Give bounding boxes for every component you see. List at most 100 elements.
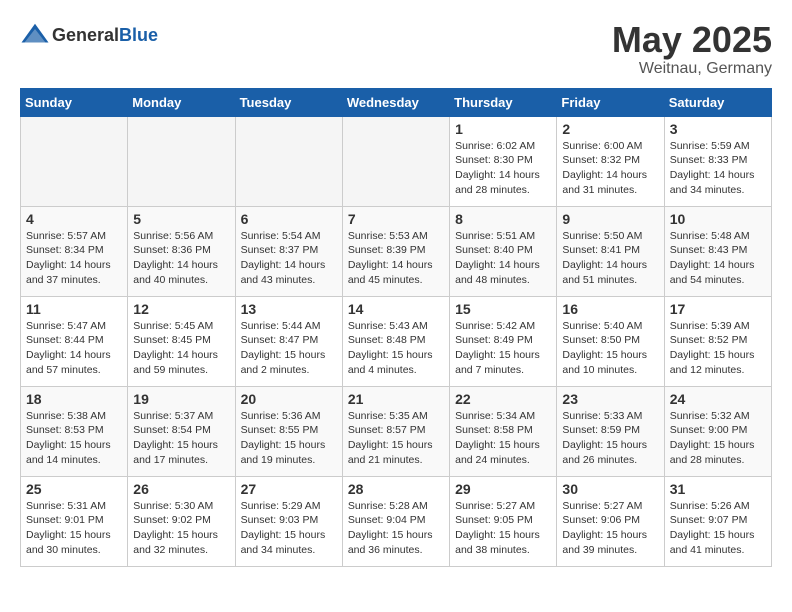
calendar-day-cell bbox=[128, 116, 235, 206]
day-number: 4 bbox=[26, 211, 122, 227]
calendar-week-row: 25 Sunrise: 5:31 AMSunset: 9:01 PMDayligh… bbox=[21, 476, 772, 566]
day-number: 21 bbox=[348, 391, 444, 407]
calendar-day-cell: 28Sunrise: 5:28 AMSunset: 9:04 PMDayligh… bbox=[342, 476, 449, 566]
day-info: Sunrise: 5:27 AMSunset: 9:06 PMDaylight:… bbox=[562, 499, 658, 558]
day-number: 2 bbox=[562, 121, 658, 137]
day-info: Sunrise: 5:48 AMSunset: 8:43 PMDaylight:… bbox=[670, 229, 766, 288]
day-number: 17 bbox=[670, 301, 766, 317]
day-number: 27 bbox=[241, 481, 337, 497]
calendar-day-cell: 17Sunrise: 5:39 AMSunset: 8:52 PMDayligh… bbox=[664, 296, 771, 386]
day-number: 1 bbox=[455, 121, 551, 137]
day-info: Sunrise: 5:59 AMSunset: 8:33 PMDaylight:… bbox=[670, 139, 766, 198]
calendar-day-cell: 9 Sunrise: 5:50 AMSunset: 8:41 PMDaylight… bbox=[557, 206, 664, 296]
day-number: 12 bbox=[133, 301, 229, 317]
day-number: 11 bbox=[26, 301, 122, 317]
logo-general: General bbox=[52, 25, 119, 45]
day-info: Sunrise: 5:32 AMSunset: 9:00 PMDaylight:… bbox=[670, 409, 766, 468]
calendar-week-row: 11 Sunrise: 5:47 AMSunset: 8:44 PMDayligh… bbox=[21, 296, 772, 386]
day-number: 22 bbox=[455, 391, 551, 407]
calendar-day-cell bbox=[21, 116, 128, 206]
day-info: Sunrise: 5:44 AMSunset: 8:47 PMDaylight:… bbox=[241, 319, 337, 378]
day-number: 14 bbox=[348, 301, 444, 317]
day-number: 23 bbox=[562, 391, 658, 407]
day-info: Sunrise: 5:37 AMSunset: 8:54 PMDaylight:… bbox=[133, 409, 229, 468]
day-info: Sunrise: 5:51 AMSunset: 8:40 PMDaylight:… bbox=[455, 229, 551, 288]
day-number: 18 bbox=[26, 391, 122, 407]
calendar-day-cell: 11 Sunrise: 5:47 AMSunset: 8:44 PMDayligh… bbox=[21, 296, 128, 386]
day-number: 13 bbox=[241, 301, 337, 317]
day-info: Sunrise: 6:00 AMSunset: 8:32 PMDaylight:… bbox=[562, 139, 658, 198]
weekday-header: Friday bbox=[557, 88, 664, 116]
weekday-header: Sunday bbox=[21, 88, 128, 116]
calendar-day-cell: 1 Sunrise: 6:02 AMSunset: 8:30 PMDaylight… bbox=[450, 116, 557, 206]
calendar-week-row: 4 Sunrise: 5:57 AMSunset: 8:34 PMDaylight… bbox=[21, 206, 772, 296]
day-info: Sunrise: 5:34 AMSunset: 8:58 PMDaylight:… bbox=[455, 409, 551, 468]
day-info: Sunrise: 5:26 AMSunset: 9:07 PMDaylight:… bbox=[670, 499, 766, 558]
day-info: Sunrise: 5:54 AMSunset: 8:37 PMDaylight:… bbox=[241, 229, 337, 288]
day-info: Sunrise: 5:50 AMSunset: 8:41 PMDaylight:… bbox=[562, 229, 658, 288]
weekday-header: Saturday bbox=[664, 88, 771, 116]
calendar-day-cell: 22 Sunrise: 5:34 AMSunset: 8:58 PMDayligh… bbox=[450, 386, 557, 476]
day-info: Sunrise: 5:27 AMSunset: 9:05 PMDaylight:… bbox=[455, 499, 551, 558]
calendar-day-cell: 6 Sunrise: 5:54 AMSunset: 8:37 PMDaylight… bbox=[235, 206, 342, 296]
month-title: May 2025 bbox=[612, 20, 772, 60]
day-info: Sunrise: 5:53 AMSunset: 8:39 PMDaylight:… bbox=[348, 229, 444, 288]
day-number: 10 bbox=[670, 211, 766, 227]
logo-text: GeneralBlue bbox=[52, 25, 158, 46]
calendar-day-cell bbox=[235, 116, 342, 206]
logo: GeneralBlue bbox=[20, 20, 158, 50]
weekday-header: Wednesday bbox=[342, 88, 449, 116]
weekday-header: Tuesday bbox=[235, 88, 342, 116]
day-number: 31 bbox=[670, 481, 766, 497]
day-number: 20 bbox=[241, 391, 337, 407]
day-info: Sunrise: 5:43 AMSunset: 8:48 PMDaylight:… bbox=[348, 319, 444, 378]
calendar-day-cell: 8 Sunrise: 5:51 AMSunset: 8:40 PMDaylight… bbox=[450, 206, 557, 296]
day-info: Sunrise: 5:35 AMSunset: 8:57 PMDaylight:… bbox=[348, 409, 444, 468]
calendar-table: SundayMondayTuesdayWednesdayThursdayFrid… bbox=[20, 88, 772, 567]
day-number: 9 bbox=[562, 211, 658, 227]
calendar-day-cell: 15Sunrise: 5:42 AMSunset: 8:49 PMDayligh… bbox=[450, 296, 557, 386]
weekday-header: Monday bbox=[128, 88, 235, 116]
day-number: 15 bbox=[455, 301, 551, 317]
calendar-day-cell: 29Sunrise: 5:27 AMSunset: 9:05 PMDayligh… bbox=[450, 476, 557, 566]
day-info: Sunrise: 5:57 AMSunset: 8:34 PMDaylight:… bbox=[26, 229, 122, 288]
calendar-day-cell: 2 Sunrise: 6:00 AMSunset: 8:32 PMDaylight… bbox=[557, 116, 664, 206]
day-info: Sunrise: 5:45 AMSunset: 8:45 PMDaylight:… bbox=[133, 319, 229, 378]
day-number: 19 bbox=[133, 391, 229, 407]
calendar-day-cell: 23Sunrise: 5:33 AMSunset: 8:59 PMDayligh… bbox=[557, 386, 664, 476]
calendar-day-cell: 25 Sunrise: 5:31 AMSunset: 9:01 PMDayligh… bbox=[21, 476, 128, 566]
calendar-day-cell: 5 Sunrise: 5:56 AMSunset: 8:36 PMDaylight… bbox=[128, 206, 235, 296]
day-number: 7 bbox=[348, 211, 444, 227]
day-number: 25 bbox=[26, 481, 122, 497]
calendar-day-cell: 20Sunrise: 5:36 AMSunset: 8:55 PMDayligh… bbox=[235, 386, 342, 476]
day-number: 26 bbox=[133, 481, 229, 497]
day-info: Sunrise: 5:56 AMSunset: 8:36 PMDaylight:… bbox=[133, 229, 229, 288]
calendar-day-cell: 13 Sunrise: 5:44 AMSunset: 8:47 PMDayligh… bbox=[235, 296, 342, 386]
logo-blue: Blue bbox=[119, 25, 158, 45]
calendar-day-cell: 21 Sunrise: 5:35 AMSunset: 8:57 PMDayligh… bbox=[342, 386, 449, 476]
day-number: 16 bbox=[562, 301, 658, 317]
page-header: GeneralBlue May 2025 Weitnau, Germany bbox=[20, 20, 772, 78]
day-number: 8 bbox=[455, 211, 551, 227]
day-info: Sunrise: 5:30 AMSunset: 9:02 PMDaylight:… bbox=[133, 499, 229, 558]
day-number: 3 bbox=[670, 121, 766, 137]
day-info: Sunrise: 5:28 AMSunset: 9:04 PMDaylight:… bbox=[348, 499, 444, 558]
day-number: 6 bbox=[241, 211, 337, 227]
weekday-header: Thursday bbox=[450, 88, 557, 116]
logo-icon bbox=[20, 20, 50, 50]
day-info: Sunrise: 5:31 AMSunset: 9:01 PMDaylight:… bbox=[26, 499, 122, 558]
day-number: 5 bbox=[133, 211, 229, 227]
calendar-day-cell: 14 Sunrise: 5:43 AMSunset: 8:48 PMDayligh… bbox=[342, 296, 449, 386]
calendar-day-cell: 7 Sunrise: 5:53 AMSunset: 8:39 PMDaylight… bbox=[342, 206, 449, 296]
weekday-header-row: SundayMondayTuesdayWednesdayThursdayFrid… bbox=[21, 88, 772, 116]
calendar-day-cell: 27Sunrise: 5:29 AMSunset: 9:03 PMDayligh… bbox=[235, 476, 342, 566]
day-info: Sunrise: 5:47 AMSunset: 8:44 PMDaylight:… bbox=[26, 319, 122, 378]
calendar-day-cell: 12 Sunrise: 5:45 AMSunset: 8:45 PMDayligh… bbox=[128, 296, 235, 386]
day-info: Sunrise: 6:02 AMSunset: 8:30 PMDaylight:… bbox=[455, 139, 551, 198]
calendar-day-cell: 19 Sunrise: 5:37 AMSunset: 8:54 PMDayligh… bbox=[128, 386, 235, 476]
calendar-day-cell: 30Sunrise: 5:27 AMSunset: 9:06 PMDayligh… bbox=[557, 476, 664, 566]
location-title: Weitnau, Germany bbox=[612, 60, 772, 78]
calendar-day-cell: 24Sunrise: 5:32 AMSunset: 9:00 PMDayligh… bbox=[664, 386, 771, 476]
calendar-day-cell: 26 Sunrise: 5:30 AMSunset: 9:02 PMDayligh… bbox=[128, 476, 235, 566]
calendar-week-row: 1 Sunrise: 6:02 AMSunset: 8:30 PMDaylight… bbox=[21, 116, 772, 206]
